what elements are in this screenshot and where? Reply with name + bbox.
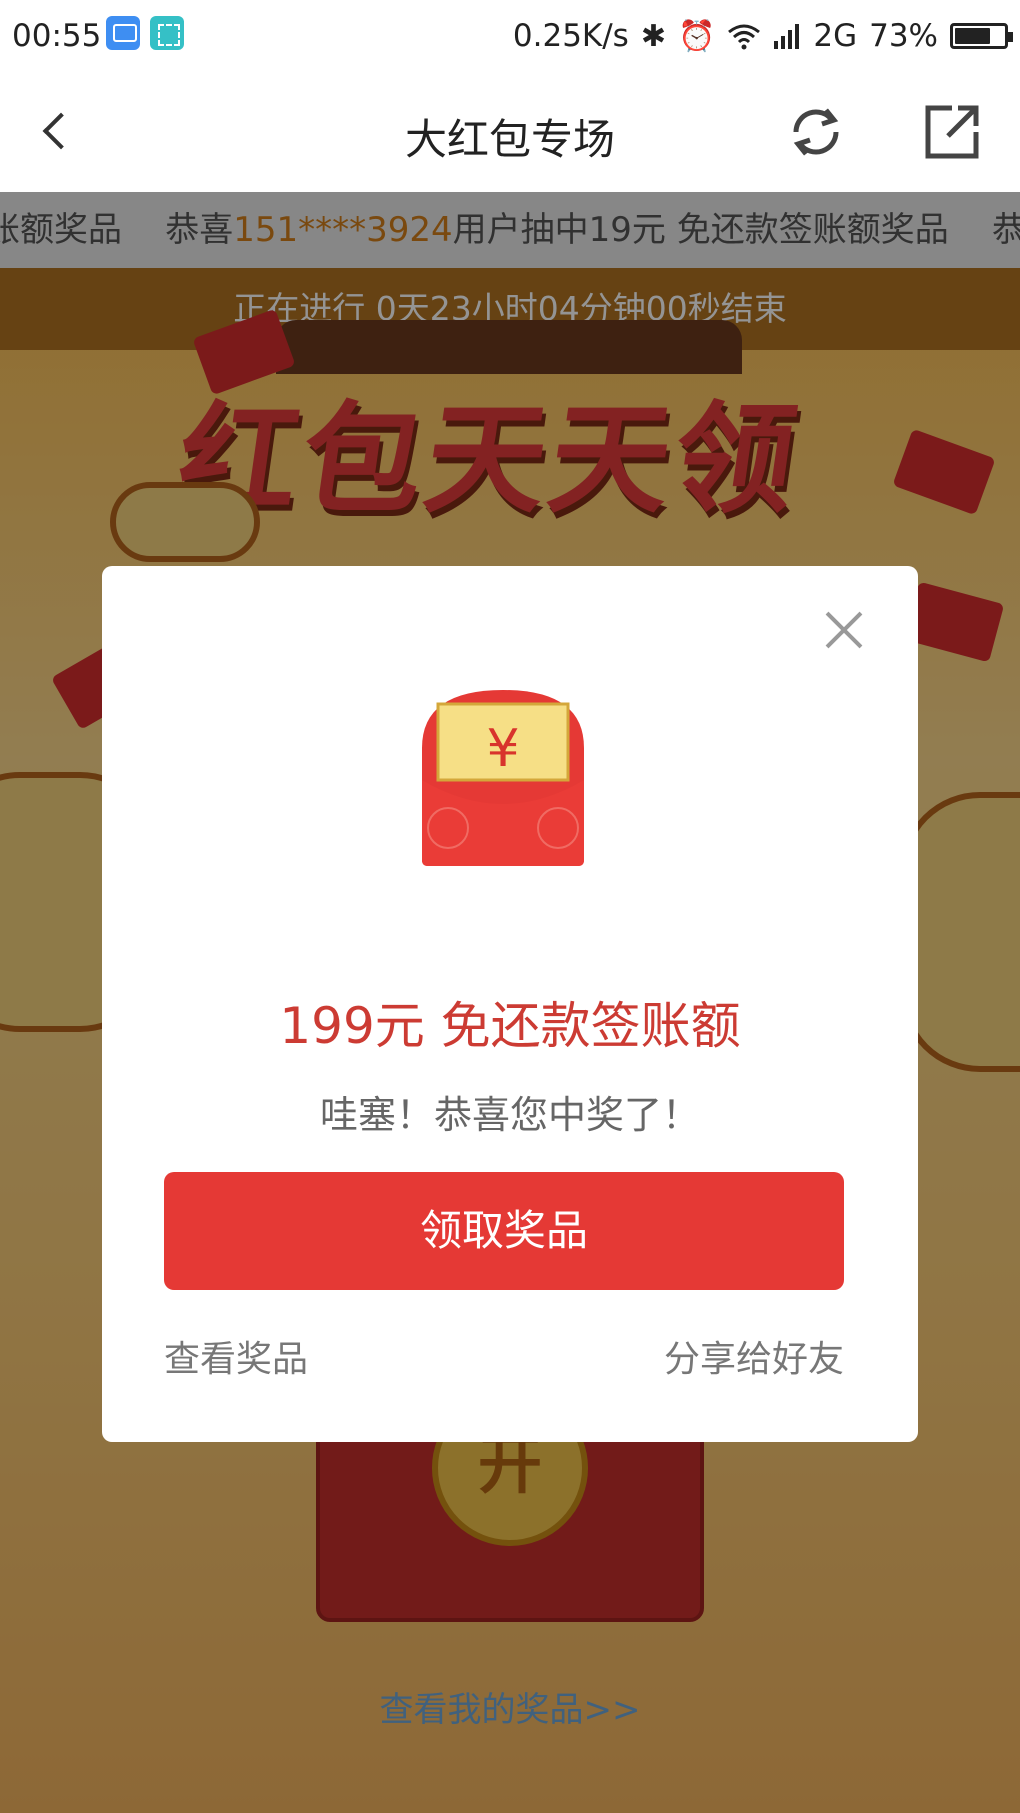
prize-dialog: ¥ 199元 免还款签账额 哇塞！恭喜您中奖了！ 领取奖品 查看奖品 分享给好友 (102, 566, 918, 1442)
screenshot-notification-icon (150, 16, 184, 50)
status-right: 0.25K/s ✱ ⏰ 2G 73% (512, 18, 1013, 54)
congrats-message: 哇塞！恭喜您中奖了！ (319, 1093, 700, 1137)
wifi-icon (728, 24, 761, 50)
message-notification-icon (106, 16, 140, 50)
share-to-friends-link[interactable]: 分享给好友 (664, 1330, 844, 1382)
signal-icon (774, 24, 800, 49)
bluetooth-icon: ✱ (640, 18, 666, 54)
network-type: 2G (813, 18, 858, 54)
network-speed: 0.25K/s (512, 18, 629, 54)
status-bar: 00:55 0.25K/s ✱ ⏰ 2G 73% (0, 0, 1020, 74)
red-packet-icon: ¥ (422, 690, 584, 866)
nav-bar: 大红包专场 (0, 74, 1020, 192)
alarm-icon: ⏰ (677, 18, 716, 54)
share-icon[interactable] (922, 102, 982, 162)
currency-symbol: ¥ (486, 719, 519, 779)
page-title: 大红包专场 (404, 115, 615, 164)
prize-title: 199元 免还款签账额 (279, 997, 741, 1055)
status-time: 00:55 (12, 18, 102, 54)
view-prize-link[interactable]: 查看奖品 (164, 1330, 308, 1382)
claim-prize-button[interactable]: 领取奖品 (164, 1172, 844, 1290)
close-icon[interactable] (820, 606, 868, 654)
battery-percent: 73% (869, 18, 938, 54)
battery-icon (950, 23, 1013, 49)
refresh-icon[interactable] (786, 102, 846, 162)
